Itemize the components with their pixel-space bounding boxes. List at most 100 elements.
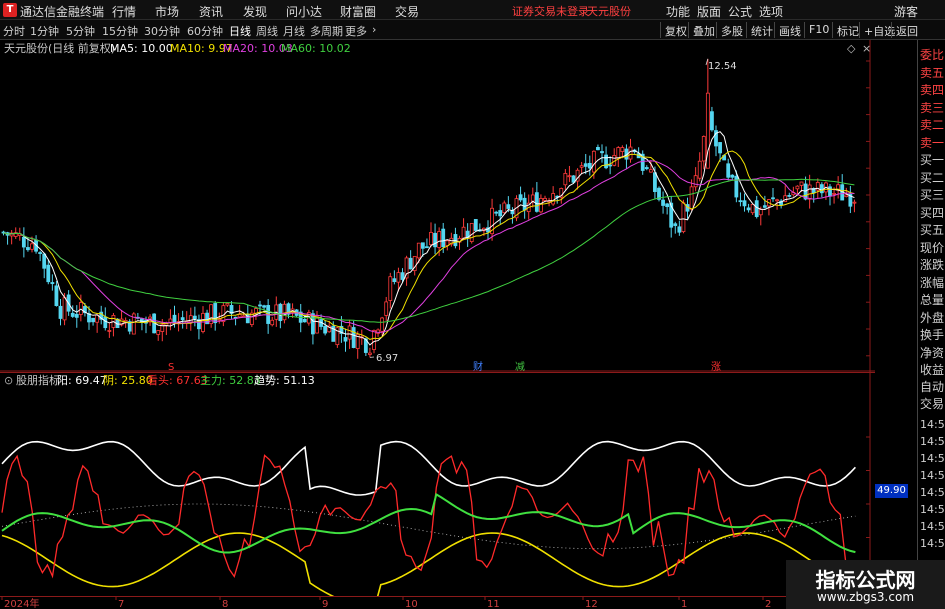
sidebar-item: 涨幅 <box>920 275 945 290</box>
btn-back[interactable]: 返回 <box>891 22 922 38</box>
sidebar-item: 净资 <box>920 345 945 360</box>
settings-icon[interactable]: ⊙ <box>4 374 13 387</box>
stock-name: 天元股份 <box>587 5 631 18</box>
sidebar-item: 外盘 <box>920 310 945 325</box>
watermark-url: www.zbgs3.com <box>816 590 915 604</box>
sidebar-time: 14:56 <box>920 418 945 431</box>
tf-60min[interactable]: 60分钟 <box>187 23 223 39</box>
menu-banmian[interactable]: 版面 <box>697 3 721 20</box>
sidebar-item: 卖三 <box>920 100 945 115</box>
sidebar-item: 换手 <box>920 328 945 342</box>
menu-caifuquan[interactable]: 财富圈 <box>340 3 376 20</box>
menu-faxian[interactable]: 发现 <box>243 3 267 20</box>
menu-gongshi[interactable]: 公式 <box>728 3 752 20</box>
sidebar-item: 卖二 <box>920 118 945 132</box>
time-tick: 9 <box>322 599 328 609</box>
app-logo-icon: T <box>3 3 17 17</box>
tf-weekly[interactable]: 周线 <box>256 23 278 39</box>
marker-jian: 减 <box>515 361 525 372</box>
time-tick: 10 <box>405 599 418 609</box>
time-tick: 2024年 <box>4 597 39 609</box>
moving-averages <box>3 58 855 358</box>
title-bar: T 通达信金融终端 行情 市场 资讯 发现 问小达 财富圈 交易 证券交易未登录… <box>0 0 945 20</box>
ind-yang: 阳: 69.47 <box>57 374 107 387</box>
menu-xuanxiang[interactable]: 选项 <box>759 3 783 20</box>
btn-huaxian[interactable]: 画线 <box>774 22 805 38</box>
candlestick-chart[interactable]: 12.5012.0011.5011.0010.5010.009.509.008.… <box>0 40 875 372</box>
marker-zhang: 涨 <box>711 361 721 372</box>
watermark: 指标公式网 www.zbgs3.com <box>786 560 945 609</box>
time-tick: 7 <box>118 599 124 609</box>
sidebar-item: 卖四 <box>920 83 945 97</box>
tf-monthly[interactable]: 月线 <box>283 23 305 39</box>
diamond-icon[interactable]: ◇ <box>847 42 856 55</box>
sidebar-time: 14:56 <box>920 486 945 499</box>
menu-gongneng[interactable]: 功能 <box>666 3 690 20</box>
candles <box>1 58 857 359</box>
sidebar-item: 买二 <box>920 170 945 185</box>
tf-15min[interactable]: 15分钟 <box>102 23 138 39</box>
time-tick: 12 <box>585 599 598 609</box>
ind-kantou: 看头: 67.63 <box>147 373 208 387</box>
btn-fuquan[interactable]: 复权 <box>660 22 691 38</box>
app-name: 通达信金融终端 <box>20 5 105 19</box>
ind-zhuli: 主力: 52.83 <box>200 374 261 387</box>
high-price-label: 12.54 <box>708 61 737 72</box>
btn-tongji[interactable]: 统计 <box>746 22 777 38</box>
sidebar-ind-item[interactable]: 自动 <box>920 378 944 395</box>
sidebar-time: 14:56 <box>920 503 945 516</box>
sidebar-time: 14:56 <box>920 469 945 482</box>
tf-5min[interactable]: 5分钟 <box>66 23 95 39</box>
tf-more[interactable]: 更多 <box>345 23 367 39</box>
chevron-right-icon[interactable]: › <box>372 23 376 36</box>
ind-yin: 阴: 25.80 <box>103 374 153 387</box>
sidebar-time: 14:56 <box>920 452 945 465</box>
time-tick: 2 <box>765 599 771 609</box>
menu-zixun[interactable]: 资讯 <box>199 3 223 20</box>
sidebar-ind-item[interactable]: 交易 <box>920 395 944 412</box>
tf-daily[interactable]: 日线 <box>229 23 251 39</box>
login-warning[interactable]: 证券交易未登录 <box>512 3 589 19</box>
low-price-label: 6.97 <box>376 353 398 364</box>
time-axis: 2024年 7 8 9 10 11 12 1 2 <box>0 596 875 609</box>
sidebar-item: 卖五 <box>920 65 945 80</box>
chart-title: 天元股份(日线 前复权) <box>4 41 115 55</box>
sidebar-item: 卖一 <box>920 135 945 150</box>
menu-jiaoyi[interactable]: 交易 <box>395 3 419 20</box>
ma60-label: MA60: 10.02 <box>281 42 351 55</box>
btn-diejia[interactable]: 叠加 <box>688 22 719 38</box>
sidebar-item: 买四 <box>920 205 945 220</box>
tf-1min[interactable]: 1分钟 <box>30 23 59 39</box>
sidebar-time: 14:56 <box>920 435 945 448</box>
indicator-current-value: 49.90 <box>875 484 908 498</box>
sidebar-item: 现价 <box>920 240 945 255</box>
sidebar-item: 买五 <box>920 223 945 237</box>
watermark-title: 指标公式网 <box>815 568 916 592</box>
time-tick: 8 <box>222 599 228 609</box>
period-toolbar: 分时 1分钟 5分钟 15分钟 30分钟 60分钟 日线 周线 月线 多周期 更… <box>0 20 945 40</box>
marker-s: S <box>168 362 174 372</box>
indicator-chart[interactable]: 90.0075.0060.0045.0030.00 ⊙ 股朋指标 阳: 69.4… <box>0 372 875 596</box>
close-icon[interactable]: × <box>862 42 871 55</box>
btn-duogu[interactable]: 多股 <box>716 22 747 38</box>
ma5-label: MA5: 10.00 <box>110 42 173 55</box>
marker-cai: 财 <box>473 360 483 372</box>
sidebar-item: 委比 <box>920 48 945 62</box>
sidebar-time: 14:56 <box>920 520 945 533</box>
menu-shichang[interactable]: 市场 <box>155 3 179 20</box>
menu-hangqing[interactable]: 行情 <box>112 3 136 20</box>
sidebar-item: 买三 <box>920 188 945 202</box>
tf-30min[interactable]: 30分钟 <box>144 23 180 39</box>
user-guest[interactable]: 游客 <box>894 3 918 20</box>
tf-fenshi[interactable]: 分时 <box>3 23 25 39</box>
sidebar-item: 买一 <box>920 153 945 167</box>
time-tick: 11 <box>487 599 500 609</box>
sidebar-item: 涨跌 <box>920 258 945 272</box>
indicator-lines <box>1 440 856 596</box>
sidebar-time: 14:56 <box>920 537 945 550</box>
tf-multi[interactable]: 多周期 <box>310 23 343 39</box>
ind-qushi: 趋势: 51.13 <box>254 374 315 387</box>
menu-wenxiaoda[interactable]: 问小达 <box>286 3 322 20</box>
quote-sidebar: 委比 卖五 卖四 卖三 卖二 卖一 买一 买二 买三 买四 买五 现价 涨跌 涨幅 总量 外盘 换手 净资 收益 自动… <box>917 40 945 609</box>
btn-f10[interactable]: F10 <box>804 22 833 38</box>
